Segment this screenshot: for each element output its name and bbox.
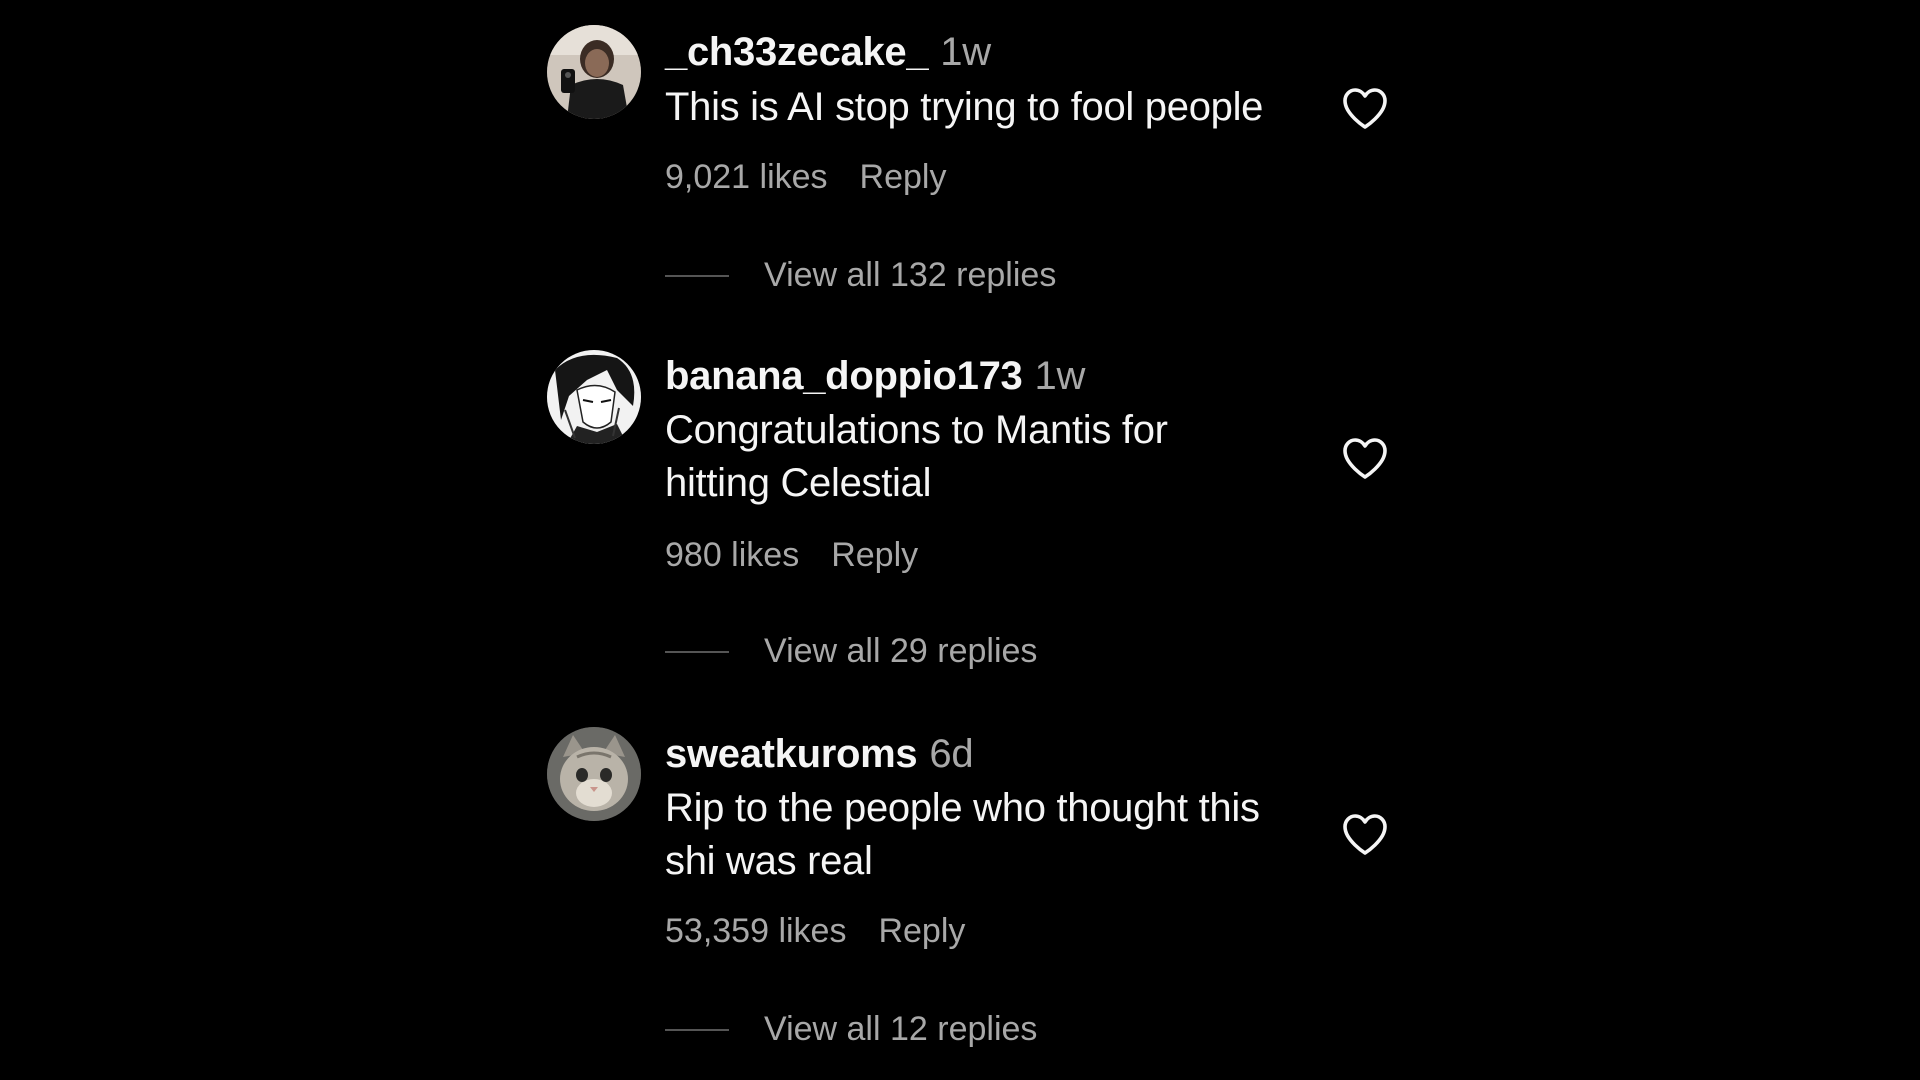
heart-outline-icon [1343,88,1387,129]
heart-outline-icon [1343,438,1387,479]
manga-drawing-avatar [547,350,641,444]
username-text[interactable]: banana_doppio173 [665,354,1023,398]
view-replies-label: View all 12 replies [764,1010,1038,1048]
view-replies-label: View all 132 replies [764,256,1057,294]
comment-username[interactable]: _ch33zecake_ 1w [665,30,991,75]
comment-username[interactable]: sweatkuroms 6d [665,732,974,777]
view-replies-label: View all 29 replies [764,632,1038,670]
divider-line [665,274,729,277]
comment-time: 1w [940,30,991,74]
comment-time: 6d [929,732,974,776]
like-count[interactable]: 53,359 likes [665,912,846,950]
kitten-photo-avatar [547,727,641,821]
like-button[interactable] [1341,812,1389,856]
comment-text: Congratulations to Mantis for hitting Ce… [665,408,1168,505]
avatar[interactable] [547,727,641,821]
avatar[interactable] [547,25,641,119]
username-text[interactable]: _ch33zecake_ [665,30,929,74]
divider-line [665,650,729,653]
reply-button[interactable]: Reply [831,536,918,574]
heart-outline-icon [1343,814,1387,855]
selfie-photo-avatar [547,25,641,119]
reply-button[interactable]: Reply [878,912,965,950]
view-replies-button[interactable]: View all 29 replies [665,632,1037,671]
like-button[interactable] [1341,86,1389,130]
comment-text: This is AI stop trying to fool people [665,85,1264,129]
view-replies-button[interactable]: View all 12 replies [665,1010,1037,1049]
reply-button[interactable]: Reply [860,158,947,196]
comment-time: 1w [1034,354,1086,398]
like-button[interactable] [1341,436,1389,480]
divider-line [665,1028,729,1031]
like-count[interactable]: 9,021 likes [665,158,828,196]
username-text[interactable]: sweatkuroms [665,732,918,776]
comment-text: Rip to the people who thought this shi w… [665,786,1260,883]
avatar[interactable] [547,350,641,444]
comment-username[interactable]: banana_doppio173 1w [665,354,1085,399]
view-replies-button[interactable]: View all 132 replies [665,256,1056,295]
like-count[interactable]: 980 likes [665,536,799,574]
